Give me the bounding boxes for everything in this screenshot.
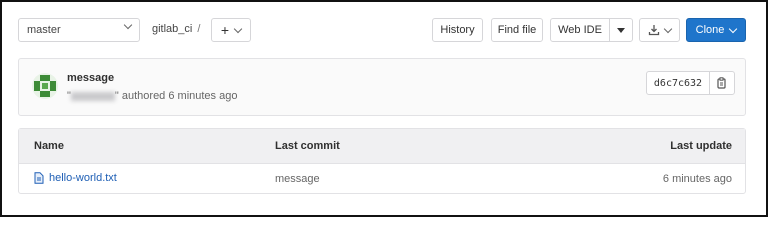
find-file-button[interactable]: Find file <box>491 18 543 42</box>
history-button[interactable]: History <box>432 18 483 42</box>
file-last-commit[interactable]: message <box>275 173 320 185</box>
plus-icon: + <box>220 22 230 38</box>
breadcrumb-separator: / <box>197 23 201 35</box>
last-commit-panel: message " " authored 6 minutes ago d6c7c6… <box>18 58 746 116</box>
column-header-name: Name <box>34 140 64 152</box>
redacted-author-name <box>70 91 115 101</box>
commit-author-line: " " authored 6 minutes ago <box>67 90 237 102</box>
column-header-last-commit: Last commit <box>275 140 340 152</box>
breadcrumb-project-link[interactable]: gitlab_ci <box>152 23 192 35</box>
breadcrumb: gitlab_ci / <box>152 23 200 35</box>
commit-message-link[interactable]: message <box>67 72 114 84</box>
file-icon <box>34 172 44 184</box>
chevron-down-icon <box>123 20 133 30</box>
file-link[interactable]: hello-world.txt <box>34 172 117 184</box>
download-icon <box>648 25 660 36</box>
file-tree-table: Name Last commit Last update hello-world… <box>18 128 746 194</box>
copy-icon <box>717 77 726 89</box>
chevron-down-icon <box>663 24 673 33</box>
download-dropdown[interactable] <box>639 18 680 42</box>
commit-authored-time: authored 6 minutes ago <box>121 90 238 102</box>
chevron-down-icon <box>233 24 243 33</box>
add-to-tree-dropdown[interactable]: + <box>211 18 251 42</box>
clone-dropdown-button[interactable]: Clone <box>686 18 746 42</box>
clone-label: Clone <box>695 24 725 36</box>
repository-toolbar: master gitlab_ci / + History Find file We… <box>18 18 746 44</box>
file-name: hello-world.txt <box>49 172 117 184</box>
table-header: Name Last commit Last update <box>19 129 745 164</box>
commit-sha-button[interactable]: d6c7c632 <box>646 71 710 95</box>
chevron-down-icon <box>729 24 738 33</box>
file-last-update: 6 minutes ago <box>662 173 732 185</box>
author-avatar <box>32 73 58 99</box>
branch-name: master <box>27 24 61 36</box>
branch-selector[interactable]: master <box>18 18 140 42</box>
quote-close: " <box>114 90 119 102</box>
column-header-last-update: Last update <box>670 140 732 152</box>
repository-page: master gitlab_ci / + History Find file We… <box>0 0 768 217</box>
web-ide-options-dropdown[interactable] <box>609 18 633 42</box>
table-row[interactable]: hello-world.txt message 6 minutes ago <box>19 164 745 194</box>
caret-down-icon <box>617 27 625 33</box>
copy-sha-button[interactable] <box>709 71 735 95</box>
web-ide-button[interactable]: Web IDE <box>550 18 610 42</box>
